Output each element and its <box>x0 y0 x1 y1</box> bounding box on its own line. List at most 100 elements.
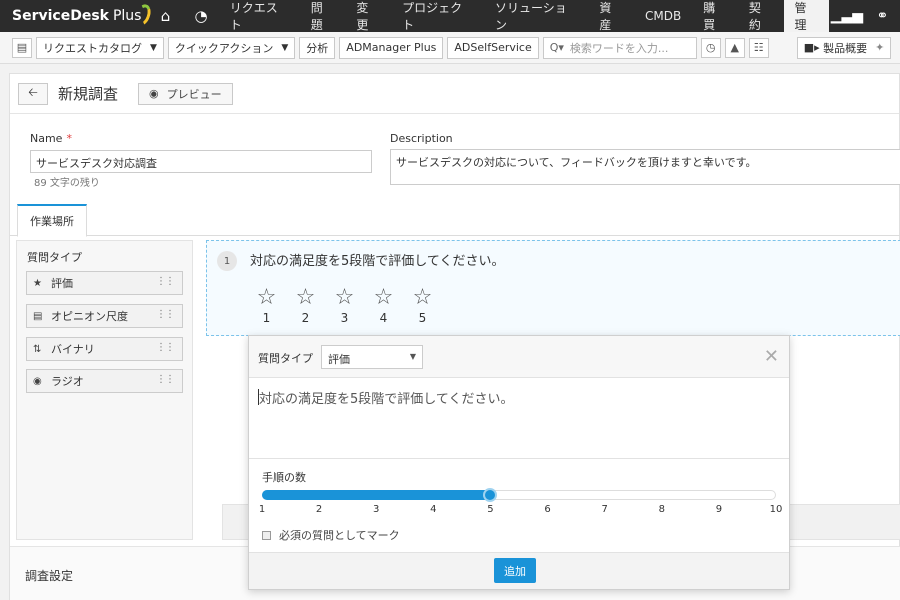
drag-handle-icon[interactable]: ⋮⋮ <box>156 276 175 287</box>
question-editor-popup: 質問タイプ 評価 ▼ ✕ 対応の満足度を5段階で評価してください。 手順の数 1 2… <box>248 335 790 590</box>
question-text-input[interactable]: 対応の満足度を5段階で評価してください。 <box>259 388 514 407</box>
question-type-label: 評価 <box>51 277 73 290</box>
mandatory-checkbox[interactable] <box>262 530 271 540</box>
star-icon: ★ <box>33 277 42 289</box>
question-text-editor[interactable]: 対応の満足度を5段階で評価してください。 <box>249 378 789 459</box>
nav-item-problems[interactable]: 問題 <box>300 0 346 32</box>
rating-star-2[interactable]: ☆ 2 <box>286 285 325 326</box>
question-type-binary[interactable]: ⇅ バイナリ ⋮⋮ <box>26 337 183 361</box>
rating-stars: ☆ 1 ☆ 2 ☆ 3 ☆ 4 ☆ 5 <box>247 285 442 326</box>
star-outline-icon: ☆ <box>295 285 316 310</box>
eye-icon: ◉ <box>149 87 159 100</box>
slider-tick-label: 3 <box>373 504 380 515</box>
product-overview-label: 製品概要 <box>823 41 868 55</box>
question-type-label: オピニオン尺度 <box>51 310 128 323</box>
slider-tick-label: 9 <box>715 504 723 515</box>
nav-item-projects[interactable]: プロジェクト <box>391 0 484 32</box>
quick-action-dropdown[interactable]: クイックアクション ▼ <box>167 36 296 59</box>
nav-item-requests[interactable]: リクエスト <box>219 0 300 32</box>
servicedesk-logo[interactable]: ServiceDesk Plus <box>0 0 154 32</box>
drag-handle-icon[interactable]: ⋮⋮ <box>156 309 175 320</box>
rating-star-5[interactable]: ☆ 5 <box>403 285 442 326</box>
chevron-down-icon: ▼ <box>150 42 157 53</box>
slider-tick-label: 10 <box>769 504 783 515</box>
radio-icon: ◉ <box>33 375 42 387</box>
name-field[interactable]: サービスデスク対応調査 <box>30 150 372 173</box>
star-outline-icon: ☆ <box>256 285 277 310</box>
star-number: 2 <box>301 311 310 325</box>
steps-slider-ticks: 1 2 3 4 5 6 7 8 9 10 <box>258 504 783 518</box>
add-button[interactable]: 追加 <box>494 558 536 583</box>
slider-tick-label: 4 <box>430 504 437 515</box>
search-icon: Q▾ <box>549 41 564 54</box>
question-type-select[interactable]: 評価 ▼ <box>321 345 423 369</box>
star-outline-icon: ☆ <box>373 285 394 310</box>
preview-button[interactable]: ◉ プレビュー <box>138 82 233 105</box>
question-type-radio[interactable]: ◉ ラジオ ⋮⋮ <box>26 369 183 393</box>
page-title: 新規調査 <box>58 85 119 103</box>
binary-icon: ⇅ <box>33 343 42 355</box>
mandatory-label: 必須の質問としてマーク <box>279 529 400 542</box>
top-navigation-bar: ServiceDesk Plus ⌂ ◔ リクエスト 問題 変更 プロジェクト ソ… <box>0 0 900 32</box>
star-number: 5 <box>418 311 427 325</box>
question-type-label: ラジオ <box>51 375 84 388</box>
rating-star-3[interactable]: ☆ 3 <box>325 285 364 326</box>
chevron-down-icon: ▼ <box>409 352 416 361</box>
back-button[interactable]: 🡠 <box>18 82 48 105</box>
tab-bar: 作業場所 <box>10 204 900 237</box>
tab-workspace[interactable]: 作業場所 <box>17 204 87 237</box>
drag-handle-icon[interactable]: ⋮⋮ <box>156 342 175 353</box>
nav-item-assets[interactable]: 資産 <box>588 0 634 32</box>
admanager-plus-button[interactable]: ADManager Plus <box>339 36 444 59</box>
nav-item-cmdb[interactable]: CMDB <box>634 0 692 32</box>
rating-star-1[interactable]: ☆ 1 <box>247 285 286 326</box>
logo-text: ServiceDesk <box>12 8 109 24</box>
question-card[interactable]: 1 対応の満足度を5段階で評価してください。 ☆ 1 ☆ 2 ☆ 3 ☆ 4 ☆ 5 <box>206 240 900 336</box>
slider-tick-label: 1 <box>258 504 266 515</box>
question-types-title: 質問タイプ <box>27 251 82 264</box>
home-icon[interactable]: ⌂ <box>148 0 183 32</box>
new-request-icon[interactable]: ▤ <box>12 37 32 58</box>
history-clock-icon[interactable]: ◷ <box>700 37 721 58</box>
question-types-panel: 質問タイプ ★ 評価 ⋮⋮ ▤ オピニオン尺度 ⋮⋮ ⇅ バイナリ ⋮⋮ ◉ ラジオ ⋮⋮ <box>16 240 193 540</box>
star-number: 4 <box>379 311 388 325</box>
adselfservice-button[interactable]: ADSelfService <box>447 36 539 59</box>
reports-chart-icon[interactable]: ▁▃▅ <box>829 0 864 32</box>
clipboard-icon[interactable]: ☷ <box>748 37 769 58</box>
question-type-rating[interactable]: ★ 評価 ⋮⋮ <box>26 271 183 295</box>
drag-handle-icon[interactable]: ⋮⋮ <box>156 374 175 385</box>
name-label-wrap: Name * <box>30 132 72 145</box>
scale-icon: ▤ <box>33 310 43 322</box>
request-catalog-label: リクエストカタログ <box>43 41 142 55</box>
name-remaining-count: 89 文字の残り <box>34 178 100 189</box>
popup-footer: 追加 <box>249 552 789 589</box>
question-type-label: 質問タイプ <box>258 352 313 365</box>
rating-star-4[interactable]: ☆ 4 <box>364 285 403 326</box>
analytics-button[interactable]: 分析 <box>299 36 336 59</box>
question-number: 1 <box>217 251 237 271</box>
request-catalog-dropdown[interactable]: リクエストカタログ ▼ <box>36 36 164 59</box>
star-outline-icon: ☆ <box>334 285 355 310</box>
close-icon[interactable]: ✕ <box>764 346 779 367</box>
slider-tick-label: 8 <box>658 504 665 515</box>
nav-item-admin[interactable]: 管理 <box>783 0 830 32</box>
product-overview-button[interactable]: ■▸ 製品概要 ✦ <box>796 36 892 59</box>
notification-bell-icon[interactable]: ▲ <box>724 37 745 58</box>
dashboard-icon[interactable]: ◔ <box>183 0 218 32</box>
search-input[interactable]: Q▾ 検索ワードを入力... <box>542 36 697 59</box>
question-type-label: バイナリ <box>51 343 95 356</box>
mandatory-option[interactable]: 必須の質問としてマーク <box>262 527 400 543</box>
star-outline-icon: ☆ <box>412 285 433 310</box>
star-number: 1 <box>262 311 271 325</box>
headset-support-icon[interactable]: ⚭ <box>865 0 900 32</box>
description-field[interactable]: サービスデスクの対応について、フィードバックを頂けますと幸いです。 <box>390 149 900 185</box>
page-header: 🡠 新規調査 ◉ プレビュー <box>10 74 899 114</box>
nav-item-purchase[interactable]: 購買 <box>692 0 738 32</box>
nav-item-solutions[interactable]: ソリューション <box>484 0 588 32</box>
secondary-toolbar: ▤ リクエストカタログ ▼ クイックアクション ▼ 分析 ADManager Plu… <box>0 32 900 64</box>
nav-item-changes[interactable]: 変更 <box>345 0 391 32</box>
steps-slider-fill <box>262 490 491 500</box>
question-type-opinion-scale[interactable]: ▤ オピニオン尺度 ⋮⋮ <box>26 304 183 328</box>
question-type-value: 評価 <box>328 353 350 366</box>
nav-item-contracts[interactable]: 契約 <box>738 0 784 32</box>
